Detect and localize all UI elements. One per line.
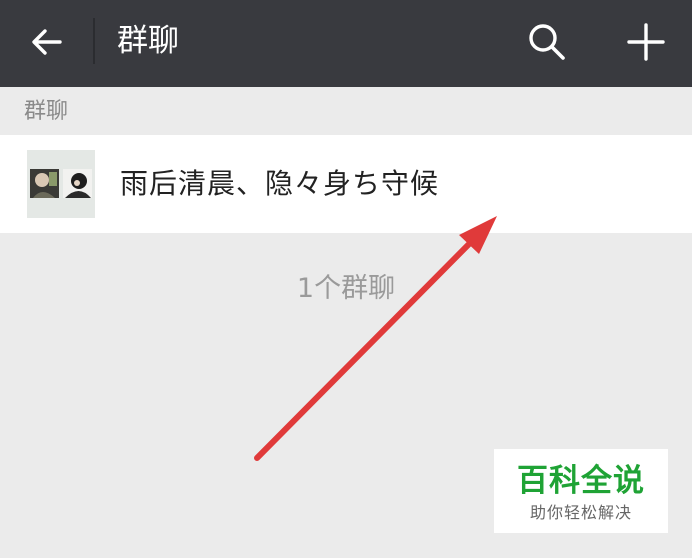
header-divider	[93, 18, 95, 64]
search-icon	[529, 24, 565, 60]
group-count-label: 1个群聊	[296, 273, 396, 304]
watermark-subtitle: 助你轻松解决	[529, 503, 632, 522]
top-bar: 群聊	[0, 0, 692, 87]
add-button[interactable]	[620, 16, 672, 68]
group-list-item[interactable]: 雨后清晨、隐々身ち守候	[0, 135, 692, 233]
arrow-left-icon	[32, 29, 62, 55]
watermark-title: 百科全说	[517, 463, 645, 499]
group-avatar	[27, 150, 95, 218]
search-button[interactable]	[522, 18, 572, 66]
group-name: 雨后清晨、隐々身ち守候	[120, 167, 440, 200]
back-button[interactable]	[18, 20, 76, 64]
watermark-badge: 百科全说 助你轻松解决	[494, 449, 668, 533]
plus-icon	[627, 23, 665, 61]
page-title: 群聊	[117, 23, 179, 59]
section-header: 群聊	[24, 99, 69, 124]
